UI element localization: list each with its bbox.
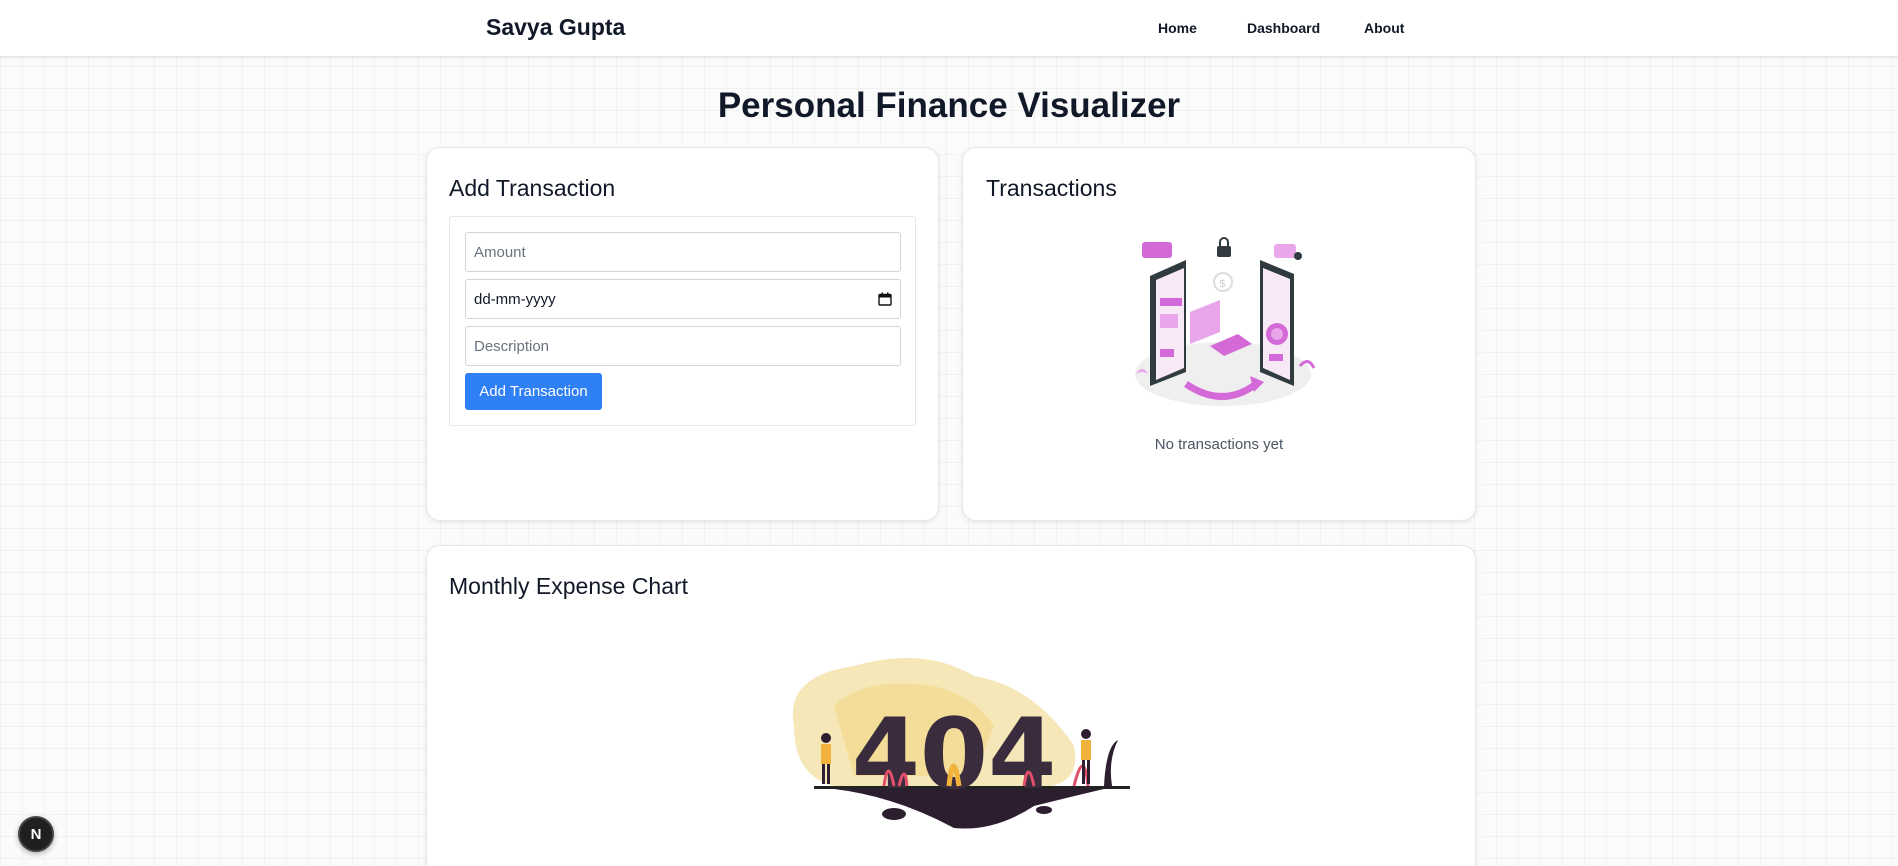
transaction-form: dd-mm-yyyy Add Transaction <box>449 216 916 426</box>
nav-link-about[interactable]: About <box>1364 20 1404 36</box>
brand-name[interactable]: Savya Gupta <box>486 14 625 41</box>
transactions-title: Transactions <box>986 175 1117 201</box>
add-transaction-card: Add Transaction dd-mm-yyyy Add Transacti… <box>426 147 939 521</box>
empty-transactions-text: No transactions yet <box>1154 436 1284 453</box>
chart-title: Monthly Expense Chart <box>449 573 689 599</box>
amount-input[interactable] <box>465 232 901 272</box>
empty-transactions-illustration: $ <box>1135 237 1316 406</box>
top-navbar: Savya Gupta Home Dashboard About <box>0 0 1898 57</box>
monthly-expense-chart-card: Monthly Expense Chart 404 <box>426 545 1476 866</box>
svg-text:$: $ <box>1219 277 1226 290</box>
page-title: Personal Finance Visualizer <box>717 86 1181 125</box>
date-input[interactable]: dd-mm-yyyy <box>465 279 901 319</box>
transactions-card: Transactions $ No transactions yet <box>962 147 1476 521</box>
nav-link-dashboard[interactable]: Dashboard <box>1247 20 1320 36</box>
add-transaction-button[interactable]: Add Transaction <box>465 373 602 410</box>
not-found-404-text: 404 <box>852 698 1057 812</box>
date-input-text: dd-mm-yyyy <box>474 290 556 308</box>
nav-link-home[interactable]: Home <box>1158 20 1197 36</box>
not-found-404-illustration: 404 <box>792 658 1130 829</box>
calendar-icon[interactable] <box>878 292 892 306</box>
description-input[interactable] <box>465 326 901 366</box>
nextjs-dev-badge[interactable]: N <box>18 816 54 852</box>
add-transaction-title: Add Transaction <box>449 175 616 201</box>
